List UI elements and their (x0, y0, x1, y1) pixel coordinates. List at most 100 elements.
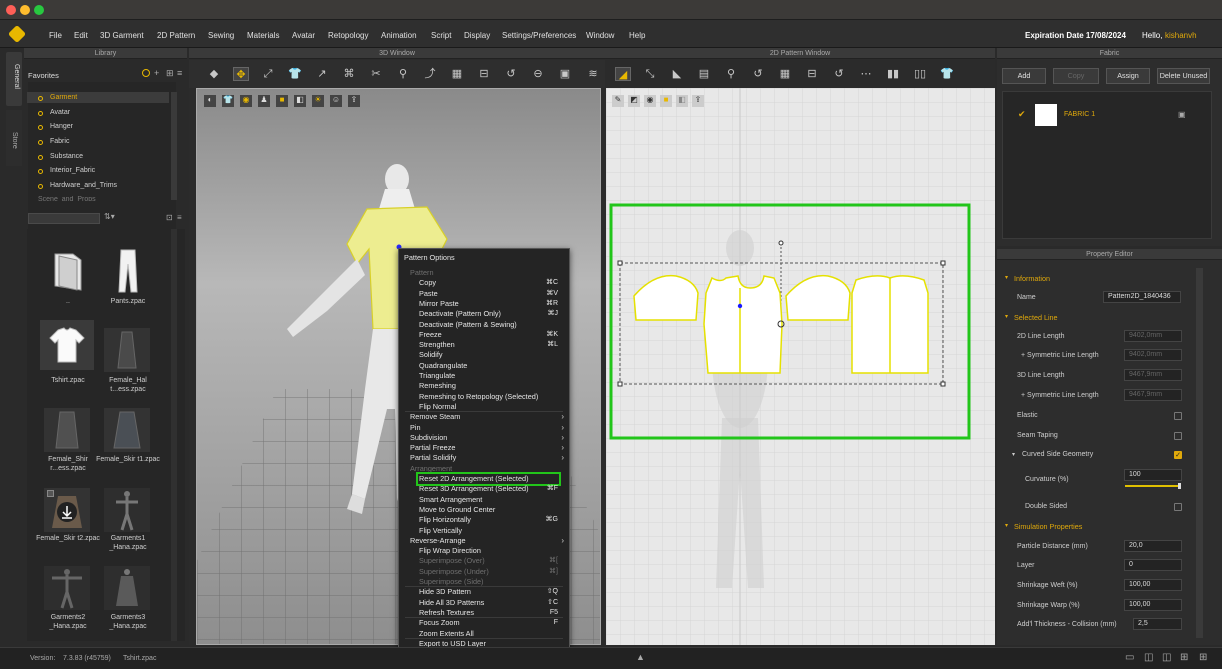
thumbnail-garments3-hana[interactable] (104, 566, 150, 610)
tab-store[interactable]: Store (6, 110, 22, 166)
menu-item-hide-all-3d-patterns[interactable]: Hide All 3D Patterns (419, 598, 484, 608)
fabric-delete-unused-button[interactable]: Delete Unused (1157, 68, 1210, 84)
arrow-tool-icon[interactable]: ↗ (314, 67, 330, 81)
menu-item-reverse-arrange[interactable]: Reverse-Arrange (410, 536, 466, 546)
layout-quad-icon[interactable]: ⊞ (1199, 652, 1207, 663)
menu-help[interactable]: Help (629, 31, 645, 40)
2d-rotate-icon[interactable]: ↺ (750, 67, 766, 81)
menu-sewing[interactable]: Sewing (208, 31, 234, 40)
avatar-display-icon[interactable]: ☺ (330, 95, 342, 107)
particle-distance-input[interactable]: 20,0 (1124, 540, 1182, 552)
information-header[interactable]: Information (1014, 274, 1050, 283)
thumbnail-garments1-hana[interactable] (104, 488, 150, 532)
list-view-icon-2[interactable]: ≡ (177, 213, 182, 222)
tshirt-pin-icon[interactable]: 👕 (287, 67, 303, 81)
close-window-button[interactable] (6, 5, 16, 15)
menu-item-reset-3d-arrangement-selected[interactable]: Reset 3D Arrangement (Selected) (419, 484, 529, 494)
menu-item-subdivision[interactable]: Subdivision (410, 433, 447, 443)
library-item-hanger[interactable]: Hanger (50, 123, 73, 130)
menu-item-solidify[interactable]: Solidify (419, 350, 443, 360)
menu-item-superimpose-under[interactable]: Superimpose (Under) (419, 567, 489, 577)
menu-retopology[interactable]: Retopology (328, 31, 368, 40)
menu-item-strengthen[interactable]: Strengthen (419, 340, 455, 350)
zoom-window-button[interactable] (34, 5, 44, 15)
pattern-display-icon[interactable]: ◧ (294, 95, 306, 107)
expand-up-icon[interactable]: ▲ (636, 652, 645, 662)
menu-item-deactivate-pattern-only[interactable]: Deactivate (Pattern Only) (419, 309, 501, 319)
double-sided-checkbox[interactable] (1174, 503, 1182, 511)
menu-item-move-to-ground-center[interactable]: Move to Ground Center (419, 505, 495, 515)
layout-single-icon[interactable]: ▭ (1125, 652, 1134, 663)
collapse-simulation-icon[interactable]: ▾ (1005, 522, 1008, 529)
menu-item-mirror-paste[interactable]: Mirror Paste (419, 299, 459, 309)
library-item-interior-fabric[interactable]: Interior_Fabric (50, 167, 95, 174)
menu-3d-garment[interactable]: 3D Garment (100, 31, 144, 40)
menu-item-flip-horizontally[interactable]: Flip Horizontally (419, 515, 471, 525)
sort-icon[interactable]: ⇅▾ (104, 212, 115, 221)
2d-measure-icon[interactable]: ⊟ (804, 67, 820, 81)
point-tool-icon[interactable]: ⊖ (530, 67, 546, 81)
selected-line-header[interactable]: Selected Line (1014, 313, 1058, 322)
light-icon[interactable]: ☀ (312, 95, 324, 107)
username[interactable]: kishanvh (1165, 31, 1197, 40)
menu-item-superimpose-over[interactable]: Superimpose (Over) (419, 556, 485, 566)
menu-item-deactivate-pattern-sewing[interactable]: Deactivate (Pattern & Sewing) (419, 320, 517, 330)
add-favorite-icon[interactable]: + (154, 68, 159, 78)
favorites-icon[interactable] (142, 69, 150, 77)
menu-settings[interactable]: Settings/Preferences (502, 31, 576, 40)
move-tool-icon[interactable]: ✥ (233, 67, 249, 81)
menu-item-triangulate[interactable]: Triangulate (419, 371, 455, 381)
collapse-curved-icon[interactable]: ▾ (1012, 451, 1015, 458)
elastic-checkbox[interactable] (1174, 412, 1182, 420)
grid-view-icon[interactable]: ⊡ (166, 213, 173, 222)
menu-window[interactable]: Window (586, 31, 614, 40)
select-mesh-icon[interactable]: ◆ (206, 67, 222, 81)
addl-thickness-input[interactable]: 2,5 (1133, 618, 1182, 630)
library-item-substance[interactable]: Substance (50, 153, 83, 160)
texture-icon[interactable]: ◉ (240, 95, 252, 107)
grid-tool-icon[interactable]: ▦ (449, 67, 465, 81)
show-avatar-icon[interactable]: ♟ (258, 95, 270, 107)
thumbnail-female-shirt-dress[interactable] (44, 408, 90, 452)
fabric-add-button[interactable]: Add (1002, 68, 1046, 84)
2d-select-icon[interactable]: ◢ (615, 67, 631, 81)
menu-item-flip-wrap-direction[interactable]: Flip Wrap Direction (419, 546, 481, 556)
collapse-selected-line-icon[interactable]: ▾ (1005, 313, 1008, 320)
2d-rectangle-icon[interactable]: ▤ (696, 67, 712, 81)
menu-materials[interactable]: Materials (247, 31, 279, 40)
library-search-input[interactable] (28, 213, 100, 224)
menu-item-partial-solidify[interactable]: Partial Solidify (410, 453, 456, 463)
2d-sewing-icon[interactable]: ⋯ (858, 67, 874, 81)
pin-tool-icon[interactable]: ⚲ (395, 67, 411, 81)
menu-item-copy[interactable]: Copy (419, 278, 436, 288)
thumbnail-tshirt-selected[interactable] (40, 320, 94, 370)
fabric-copy-button[interactable]: Copy (1053, 68, 1099, 84)
measure-tool-icon[interactable]: ⊟ (476, 67, 492, 81)
fabric-display-icon[interactable]: ■ (276, 95, 288, 107)
menu-item-focus-zoom[interactable]: Focus Zoom (419, 618, 460, 628)
shrinkage-warp-input[interactable]: 100,00 (1124, 599, 1182, 611)
thumbnail-scrollbar[interactable] (171, 229, 177, 641)
menu-2d-pattern[interactable]: 2D Pattern (157, 31, 195, 40)
fold-tool-icon[interactable]: ⌘ (341, 67, 357, 81)
menu-file[interactable]: File (49, 31, 62, 40)
render-mode-icon[interactable]: ◐ (204, 95, 216, 107)
minimize-window-button[interactable] (20, 5, 30, 15)
thumbnail-female-halter[interactable] (104, 328, 150, 372)
menu-item-remove-steam[interactable]: Remove Steam (410, 412, 460, 422)
2d-bar-icon[interactable]: ▮▮ (885, 67, 901, 81)
fabric-assign-button[interactable]: Assign (1106, 68, 1150, 84)
library-item-scene[interactable]: Scene_and_Props (38, 196, 96, 201)
fabric-list-item[interactable]: ✔ FABRIC 1 ▣ (1004, 102, 1210, 128)
fabric-info-icon[interactable]: ▣ (1178, 110, 1186, 119)
thumbnail-garments2-hana[interactable] (44, 566, 90, 610)
thumbnail-female-skirt1[interactable] (104, 408, 150, 452)
2d-bar2-icon[interactable]: ▯▯ (912, 67, 928, 81)
property-editor-scrollbar[interactable] (1196, 268, 1203, 638)
menu-item-quadrangulate[interactable]: Quadrangulate (419, 361, 467, 371)
curvature-slider-handle[interactable] (1178, 483, 1181, 489)
menu-display[interactable]: Display (464, 31, 490, 40)
2d-pen-icon[interactable]: ✎ (612, 95, 624, 107)
menu-item-smart-arrangement[interactable]: Smart Arrangement (419, 495, 482, 505)
menu-edit[interactable]: Edit (74, 31, 88, 40)
